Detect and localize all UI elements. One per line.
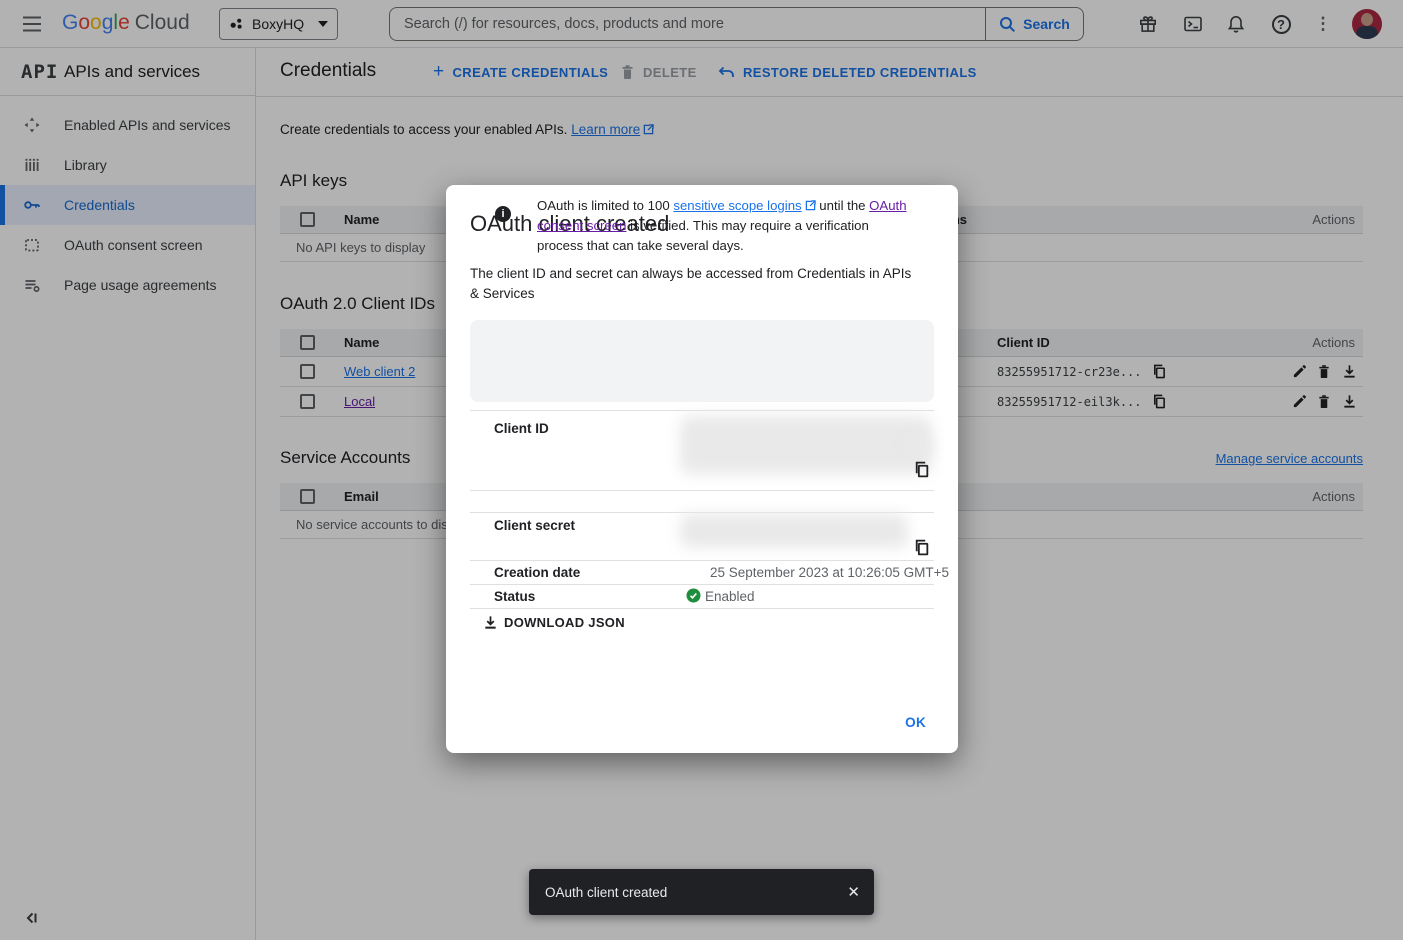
toast-close-icon[interactable]: ✕ — [847, 883, 860, 901]
notice-prefix: OAuth is limited to 100 — [537, 198, 673, 213]
download-json-label: DOWNLOAD JSON — [504, 615, 625, 630]
divider — [470, 512, 934, 513]
client-id-label: Client ID — [494, 421, 549, 436]
sensitive-scope-logins-link[interactable]: sensitive scope logins — [673, 198, 801, 213]
creation-date-label: Creation date — [494, 565, 580, 580]
info-glyph: i — [501, 208, 504, 220]
dialog-description: The client ID and secret can always be a… — [470, 264, 915, 304]
ok-button[interactable]: OK — [897, 709, 934, 736]
divider — [470, 584, 934, 585]
copy-client-id-icon[interactable] — [913, 461, 930, 478]
status-value: Enabled — [705, 589, 755, 604]
client-secret-label: Client secret — [494, 518, 575, 533]
status-label: Status — [494, 589, 535, 604]
divider — [470, 410, 934, 411]
divider — [470, 608, 934, 609]
copy-client-secret-icon[interactable] — [913, 539, 930, 556]
client-id-redacted-value — [680, 416, 932, 474]
divider — [470, 560, 934, 561]
snackbar-toast: OAuth client created ✕ — [529, 869, 874, 915]
oauth-client-created-dialog: OAuth client created The client ID and s… — [446, 185, 958, 753]
notice-text: OAuth is limited to 100 sensitive scope … — [537, 196, 915, 256]
notice-middle: until the — [816, 198, 870, 213]
client-id-redacted-value — [905, 438, 933, 454]
info-icon: i — [495, 206, 511, 222]
download-icon — [483, 615, 498, 630]
status-enabled-check-icon — [686, 588, 701, 603]
toast-message: OAuth client created — [545, 885, 847, 900]
notice-box — [470, 320, 934, 402]
creation-date-value: 25 September 2023 at 10:26:05 GMT+5 — [710, 565, 949, 580]
download-json-button[interactable]: DOWNLOAD JSON — [483, 615, 625, 630]
external-link-icon — [805, 197, 816, 217]
divider — [470, 490, 934, 491]
client-secret-redacted-value — [680, 514, 908, 548]
